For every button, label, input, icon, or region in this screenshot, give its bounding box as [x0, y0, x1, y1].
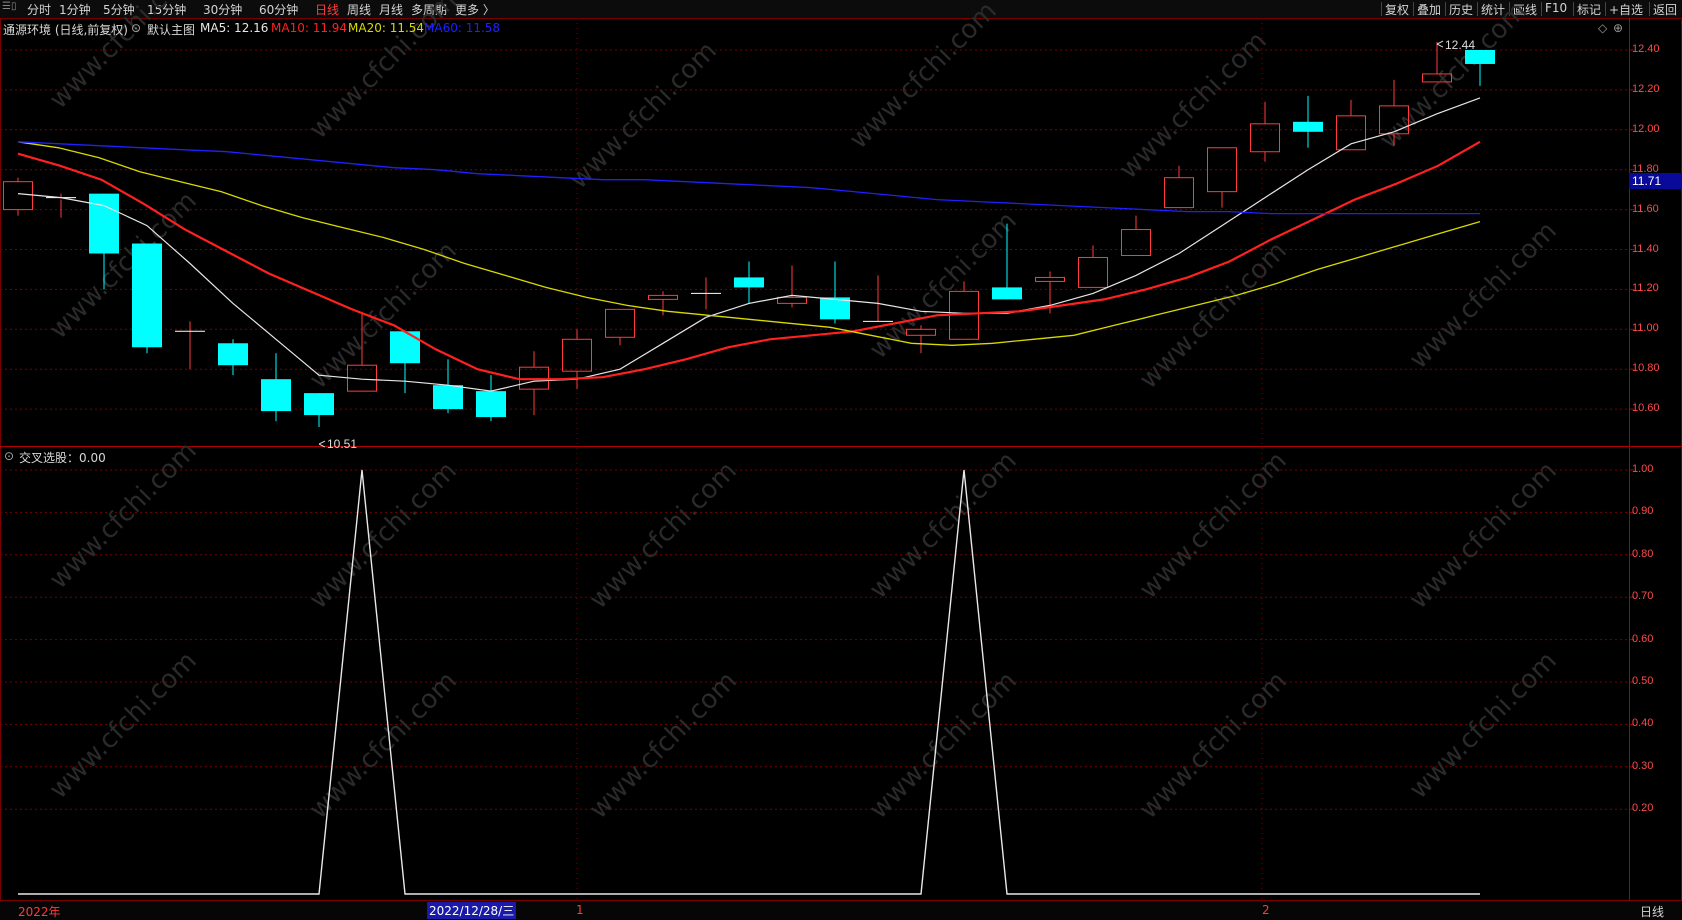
price-axis-label: 10.80 — [1632, 362, 1660, 375]
watermark-text: www.cfchi.com — [1134, 236, 1293, 395]
watermark-text: www.cfchi.com — [864, 666, 1023, 825]
watermark-text: www.cfchi.com — [44, 186, 203, 345]
watermark-text: www.cfchi.com — [864, 446, 1023, 605]
year-label: 2022年 — [18, 905, 61, 919]
sub-axis-label: 0.40 — [1632, 717, 1654, 730]
watermark-text: www.cfchi.com — [44, 646, 203, 805]
add-window-icon[interactable]: ⊕ — [1613, 21, 1623, 35]
candle-body — [1250, 123, 1280, 153]
candle-body — [3, 181, 33, 211]
price-axis-label: 11.20 — [1632, 282, 1659, 295]
watermark-text: www.cfchi.com — [1404, 456, 1563, 615]
sub-axis-label: 0.90 — [1632, 505, 1654, 518]
indicator-label: 交叉选股：0.00 — [19, 451, 106, 465]
ma-line-ma20 — [17, 141, 1481, 346]
price-axis-label: 11.40 — [1632, 242, 1659, 255]
sub-axis-label: 0.50 — [1632, 675, 1654, 687]
candle-body — [1336, 115, 1366, 151]
sub-axis-label: 0.60 — [1632, 632, 1654, 645]
candle-body — [648, 294, 678, 300]
sub-axis-label: 0.80 — [1632, 547, 1654, 560]
ma-line-ma60 — [17, 141, 1480, 215]
date-bar: 2022年 2022/12/28/三 1 2 日线 — [0, 900, 1682, 920]
sub-axis-label: 1.00 — [1632, 463, 1654, 475]
sub-axis-label: 0.30 — [1632, 759, 1654, 772]
selected-date: 2022/12/28/三 — [427, 902, 517, 919]
candle-body — [992, 287, 1022, 300]
current-price-tag: 11.71 — [1629, 173, 1682, 189]
high-arrow-icon — [1436, 40, 1444, 48]
diamond-icon[interactable]: ◇ — [1598, 21, 1607, 35]
sub-axis-label: 0.20 — [1632, 802, 1654, 815]
watermark-text: www.cfchi.com — [864, 206, 1023, 365]
chart-canvas[interactable]: www.cfchi.com www.cfchi.com www.cfchi.com w… — [0, 0, 1682, 919]
price-axis-label: 12.20 — [1632, 82, 1660, 95]
candle-body — [734, 277, 764, 288]
candle-body — [433, 385, 463, 410]
ma10-label: MA10: 11.94 — [271, 21, 348, 35]
watermark-text: www.cfchi.com — [584, 456, 743, 615]
watermark-text: www.cfchi.com — [304, 666, 463, 825]
watermark-text: www.cfchi.com — [564, 36, 723, 195]
watermark-text: www.cfchi.com — [1404, 646, 1563, 805]
price-axis-label: 11.60 — [1632, 202, 1659, 215]
template-label[interactable]: 默认主图 — [147, 21, 195, 38]
low-annotation: 10.51 — [327, 437, 357, 451]
ma5-label: MA5: 12.16 — [200, 21, 269, 35]
price-axis-label: 12.00 — [1632, 122, 1660, 135]
period-button[interactable]: 日线 — [1640, 903, 1664, 920]
watermark-text: www.cfchi.com — [1134, 666, 1293, 825]
watermark-text: www.cfchi.com — [584, 666, 743, 825]
watermark-text: www.cfchi.com — [1114, 26, 1273, 185]
template-dropdown-icon[interactable]: ⊙ — [131, 21, 141, 35]
price-axis-label: 10.60 — [1632, 402, 1660, 415]
candle-body — [390, 331, 420, 364]
candle-body — [1164, 177, 1194, 209]
candle-body — [476, 391, 506, 418]
watermark-text: www.cfchi.com — [44, 0, 203, 115]
candle-body — [1121, 229, 1151, 256]
month-label-1: 1 — [576, 903, 584, 917]
month-label-2: 2 — [1262, 903, 1270, 917]
ma60-label: MA60: 11.58 — [424, 21, 501, 35]
watermark-text: www.cfchi.com — [304, 456, 463, 615]
ma20-label: MA20: 11.54 — [348, 21, 425, 35]
watermark-text: www.cfchi.com — [1134, 446, 1293, 605]
candle-body — [1078, 256, 1108, 288]
watermark-text: www.cfchi.com — [304, 236, 463, 395]
indicator-dropdown-icon[interactable]: ⊙ — [4, 449, 14, 463]
candle-body — [562, 338, 592, 372]
watermark-text: www.cfchi.com — [1404, 216, 1563, 375]
sub-axis-label: 0.70 — [1632, 590, 1654, 603]
watermark-text: www.cfchi.com — [844, 0, 1003, 155]
candle-body — [304, 393, 334, 416]
watermark-text: www.cfchi.com — [1374, 0, 1533, 155]
candle-body — [605, 308, 635, 338]
candle-body — [1035, 276, 1065, 282]
candle-body — [1293, 121, 1323, 132]
high-annotation: 12.44 — [1445, 38, 1475, 52]
candle-body — [1465, 50, 1495, 64]
price-axis-label: 11.00 — [1632, 322, 1659, 335]
stock-title: 通源环境 (日线,前复权) — [3, 23, 128, 37]
candle-body — [218, 343, 248, 366]
candle-body — [132, 243, 162, 348]
candle-body — [89, 193, 119, 254]
candle-body — [777, 296, 807, 304]
candle-body — [261, 379, 291, 412]
price-axis-label: 12.40 — [1632, 43, 1660, 55]
